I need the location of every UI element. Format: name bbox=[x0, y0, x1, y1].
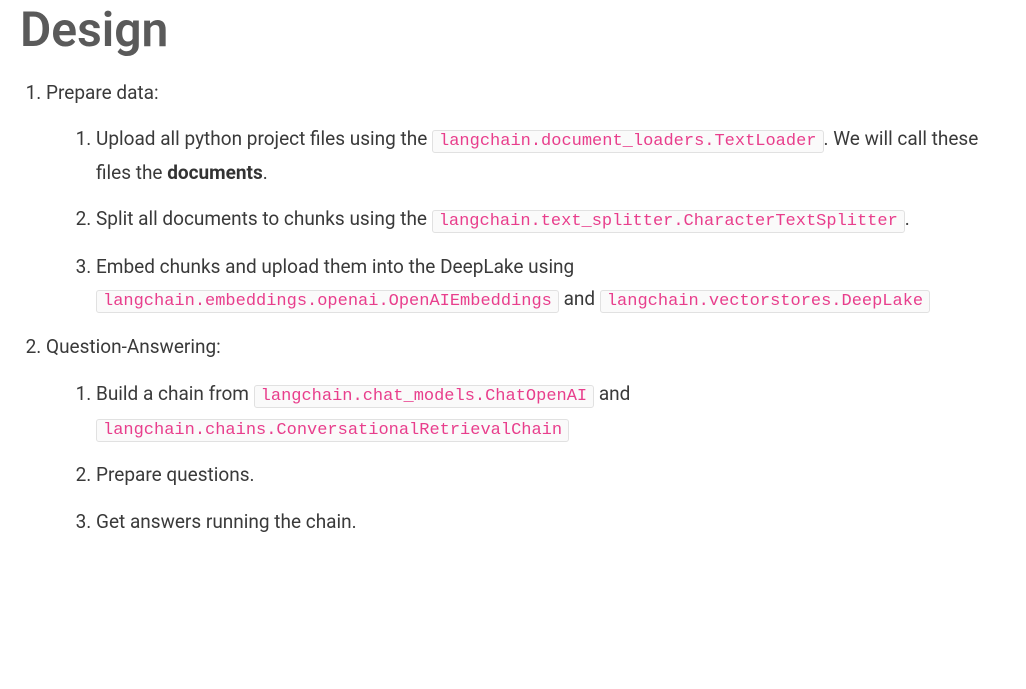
section-2-inner-list: Build a chain from langchain.chat_models… bbox=[46, 378, 1006, 538]
section-1-item-3: Embed chunks and upload them into the De… bbox=[96, 251, 1006, 317]
section-1-item-1: Upload all python project files using th… bbox=[96, 123, 1006, 189]
section-1-title: Prepare data: bbox=[46, 81, 159, 104]
section-2-item-1: Build a chain from langchain.chat_models… bbox=[96, 378, 1006, 446]
section-1: Prepare data: Upload all python project … bbox=[46, 77, 1006, 318]
bold-documents: documents bbox=[167, 161, 263, 184]
text-fragment: . bbox=[263, 161, 268, 184]
text-fragment: Get answers running the chain. bbox=[96, 510, 357, 533]
outer-list: Prepare data: Upload all python project … bbox=[20, 77, 1006, 538]
text-fragment: Embed chunks and upload them into the De… bbox=[96, 255, 574, 278]
document-container: Design Prepare data: Upload all python p… bbox=[0, 4, 1026, 572]
text-fragment: Split all documents to chunks using the bbox=[96, 207, 432, 230]
code-embeddings: langchain.embeddings.openai.OpenAIEmbedd… bbox=[96, 290, 559, 313]
section-2: Question-Answering: Build a chain from l… bbox=[46, 331, 1006, 538]
section-1-item-2: Split all documents to chunks using the … bbox=[96, 203, 1006, 237]
text-fragment: . bbox=[905, 207, 910, 230]
code-deeplake: langchain.vectorstores.DeepLake bbox=[600, 290, 930, 313]
section-2-item-3: Get answers running the chain. bbox=[96, 506, 1006, 538]
text-fragment: Build a chain from bbox=[96, 382, 254, 405]
text-fragment: Upload all python project files using th… bbox=[96, 127, 432, 150]
text-fragment: Prepare questions. bbox=[96, 463, 255, 486]
section-2-item-2: Prepare questions. bbox=[96, 459, 1006, 491]
code-conversational-chain: langchain.chains.ConversationalRetrieval… bbox=[96, 419, 569, 442]
section-1-inner-list: Upload all python project files using th… bbox=[46, 123, 1006, 317]
code-chatopenai: langchain.chat_models.ChatOpenAI bbox=[254, 385, 594, 408]
code-textsplitter: langchain.text_splitter.CharacterTextSpl… bbox=[432, 210, 905, 233]
page-title: Design bbox=[20, 4, 1006, 57]
section-2-title: Question-Answering: bbox=[46, 335, 221, 358]
text-fragment: and bbox=[599, 382, 631, 405]
code-textloader: langchain.document_loaders.TextLoader bbox=[432, 130, 823, 153]
text-fragment: and bbox=[564, 287, 600, 310]
